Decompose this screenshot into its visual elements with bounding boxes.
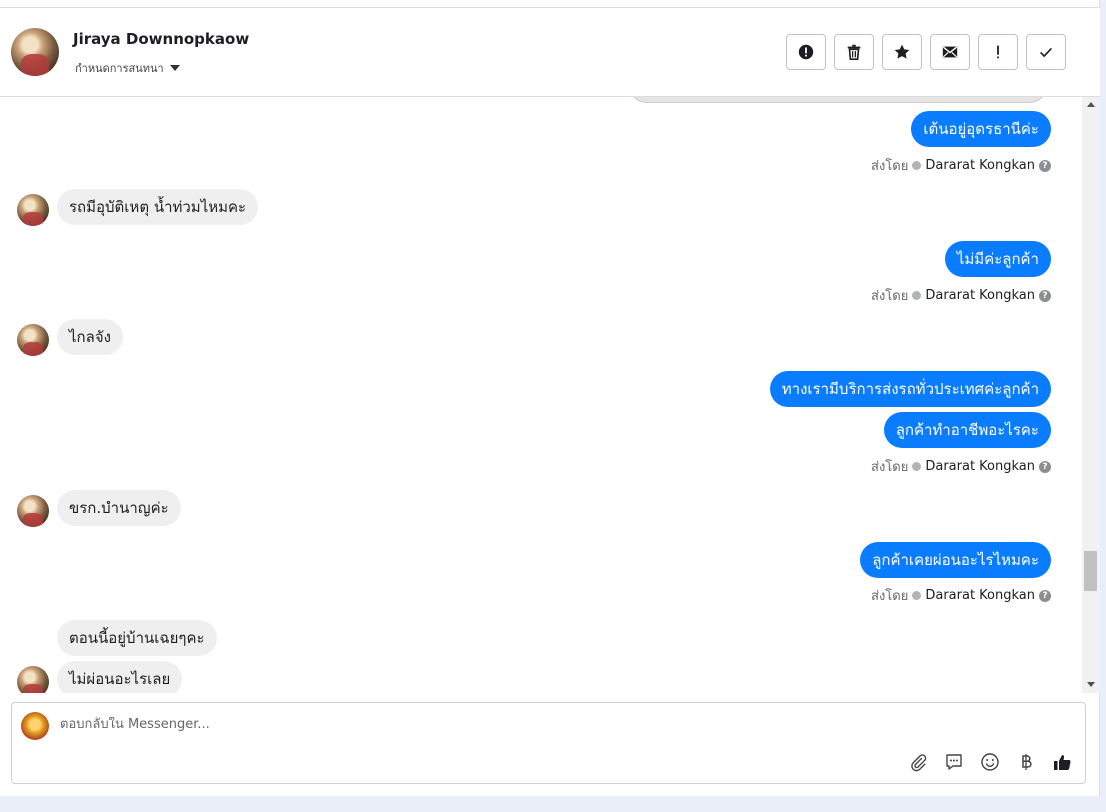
star-icon [894,44,910,59]
help-icon[interactable]: ? [1039,589,1051,602]
mark-unread-button[interactable] [930,34,970,70]
sent-by-line: ส่งโดย Dararat Kongkan ? [871,285,1051,306]
contact-avatar-small[interactable] [17,666,49,693]
message-bubble-outgoing[interactable]: ไม่มีค่ะลูกค้า [944,241,1051,277]
contact-name[interactable]: Jiraya Downnopkaow [73,30,249,48]
sent-by-prefix: ส่งโดย [871,289,909,304]
payment-button[interactable] [1015,751,1037,773]
page-avatar [21,712,49,740]
emoji-button[interactable] [979,751,1001,773]
exclamation-icon [997,45,999,59]
message-bubble-incoming[interactable]: รถมีอุบัติเหตุ น้ำท่วมไหมคะ [57,189,259,225]
agent-name[interactable]: Dararat Kongkan [925,459,1035,474]
reply-input[interactable] [60,717,1040,732]
message-bubble-incoming[interactable]: ตอนนี้อยู่บ้านเฉยๆคะ [57,620,217,656]
quick-reply-button[interactable] [943,751,965,773]
message-bubble-incoming[interactable]: ไกลจัง [57,319,123,355]
follow-up-button[interactable] [978,34,1018,70]
status-dot-icon [912,591,922,600]
reply-composer [11,702,1086,784]
contact-avatar-small[interactable] [17,495,49,527]
conversation-header: Jiraya Downnopkaow กำหนดการสนทนา [0,8,1100,97]
mark-done-button[interactable] [1026,34,1066,70]
message-bubble-outgoing[interactable]: เต้นอยู่อุดรธานีค่ะ [911,111,1051,147]
status-dot-icon [912,462,922,471]
scroll-up-arrow-icon[interactable] [1087,102,1095,107]
agent-name[interactable]: Dararat Kongkan [925,588,1035,603]
message-bubble-incoming[interactable]: ไม่ผ่อนอะไรเลย [57,661,183,693]
thumbs-up-icon [1054,755,1071,771]
attach-button[interactable] [907,751,929,773]
header-actions [786,34,1066,70]
baht-icon [1022,754,1032,770]
sent-by-line: ส่งโดย Dararat Kongkan ? [871,585,1051,606]
sent-by-prefix: ส่งโดย [871,589,909,604]
message-bubble-outgoing[interactable]: ทางเรามีบริการส่งรถทั่วประเทศค่ะลูกค้า [769,371,1051,407]
sent-by-line: ส่งโดย Dararat Kongkan ? [871,456,1051,477]
message-thread[interactable]: เต้นอยู่อุดรธานีค่ะ ส่งโดย Dararat Kongk… [0,97,1082,693]
scrollbar-thumb[interactable] [1084,551,1097,591]
status-dot-icon [912,161,922,170]
agent-name[interactable]: Dararat Kongkan [925,288,1035,303]
thread-scrollbar[interactable] [1082,97,1100,693]
sent-by-prefix: ส่งโดย [871,159,909,174]
star-button[interactable] [882,34,922,70]
contact-avatar-small[interactable] [17,324,49,356]
scroll-down-arrow-icon[interactable] [1087,682,1095,687]
quick-reply-icon [946,754,962,770]
help-icon[interactable]: ? [1039,159,1051,172]
schedule-label: กำหนดการสนทนา [75,62,164,75]
status-dot-icon [912,291,922,300]
message-bubble-outgoing[interactable]: ลูกค้าเคยผ่อนอะไรไหมคะ [860,542,1051,578]
like-button[interactable] [1051,751,1073,773]
sent-by-line: ส่งโดย Dararat Kongkan ? [871,155,1051,176]
composer-tools [907,751,1073,773]
contact-avatar-small[interactable] [17,194,49,226]
conversation-schedule-dropdown[interactable]: กำหนดการสนทนา [75,59,180,77]
sent-by-prefix: ส่งโดย [871,460,909,475]
image-attachment[interactable] [630,97,1046,103]
contact-avatar[interactable] [11,28,59,76]
help-icon[interactable]: ? [1039,460,1051,473]
delete-button[interactable] [834,34,874,70]
alert-circle-icon [798,44,814,60]
spam-button[interactable] [786,34,826,70]
check-icon [1040,47,1052,58]
help-icon[interactable]: ? [1039,289,1051,302]
envelope-icon [942,46,958,58]
message-bubble-incoming[interactable]: ขรก.บำนาญค่ะ [57,490,181,526]
caret-down-icon [169,65,180,71]
agent-name[interactable]: Dararat Kongkan [925,158,1035,173]
conversation-panel: Jiraya Downnopkaow กำหนดการสนทนา เต้นอยู… [0,0,1100,796]
trash-icon [847,44,861,61]
emoji-icon [981,753,999,771]
paperclip-icon [911,754,927,772]
message-bubble-outgoing[interactable]: ลูกค้าทำอาชีพอะไรคะ [883,412,1051,448]
